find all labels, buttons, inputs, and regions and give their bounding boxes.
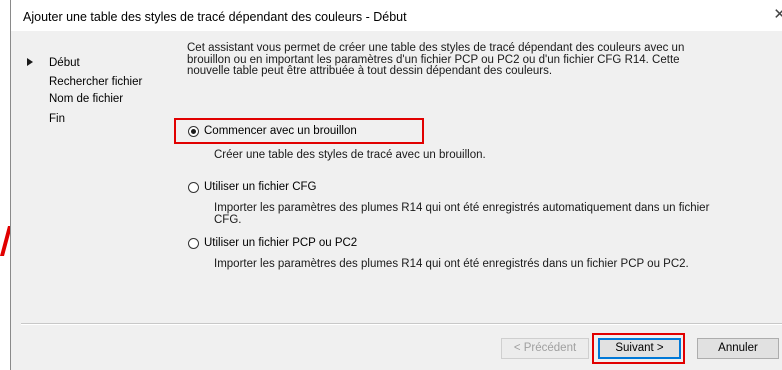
nav-step-rechercher-fichier: Rechercher fichier [25, 74, 175, 90]
screen: Ajouter une table des styles de tracé dé… [0, 0, 782, 370]
nav-step-label: Rechercher fichier [49, 76, 143, 88]
radio-pcp-pc2[interactable]: Utiliser un fichier PCP ou PC2 [187, 236, 747, 252]
cancel-button[interactable]: Annuler [697, 338, 779, 359]
option-cfg: Utiliser un fichier CFG Importer les par… [187, 180, 747, 226]
wizard-dialog: Ajouter une table des styles de tracé dé… [10, 0, 782, 370]
nav-step-debut: Début [25, 54, 175, 74]
window-title: Ajouter une table des styles de tracé dé… [23, 10, 407, 24]
nav-step-label: Fin [49, 113, 65, 125]
nav-step-fin: Fin [25, 110, 175, 130]
nav-step-nom-de-fichier: Nom de fichier [25, 90, 175, 110]
highlight-box-brouillon [174, 118, 424, 144]
intro-text: Cet assistant vous permet de créer une t… [187, 42, 685, 77]
radio-label[interactable]: Utiliser un fichier CFG [204, 181, 316, 193]
option-description: Créer une table des styles de tracé avec… [214, 149, 486, 161]
option-pcp-pc2: Utiliser un fichier PCP ou PC2 Importer … [187, 236, 747, 271]
wizard-steps-nav: Début Rechercher fichier Nom de fichier … [25, 54, 175, 130]
radio-unchecked-icon[interactable] [188, 238, 199, 249]
option-description: Importer les paramètres des plumes R14 q… [214, 258, 689, 270]
title-bar: Ajouter une table des styles de tracé dé… [11, 0, 782, 31]
radio-label[interactable]: Utiliser un fichier PCP ou PC2 [204, 237, 357, 249]
highlight-box-next [592, 333, 685, 364]
previous-button[interactable]: < Précédent [501, 338, 589, 359]
current-step-arrow-icon [27, 58, 33, 66]
intro-section: Cet assistant vous permet de créer une t… [187, 42, 727, 78]
option-description: Importer les paramètres des plumes R14 q… [214, 202, 710, 226]
radio-cfg[interactable]: Utiliser un fichier CFG [187, 180, 747, 196]
radio-unchecked-icon[interactable] [188, 182, 199, 193]
nav-step-label: Début [49, 57, 80, 69]
close-icon[interactable]: ✕ [773, 7, 782, 22]
nav-step-label: Nom de fichier [49, 93, 124, 105]
button-separator [21, 323, 782, 325]
